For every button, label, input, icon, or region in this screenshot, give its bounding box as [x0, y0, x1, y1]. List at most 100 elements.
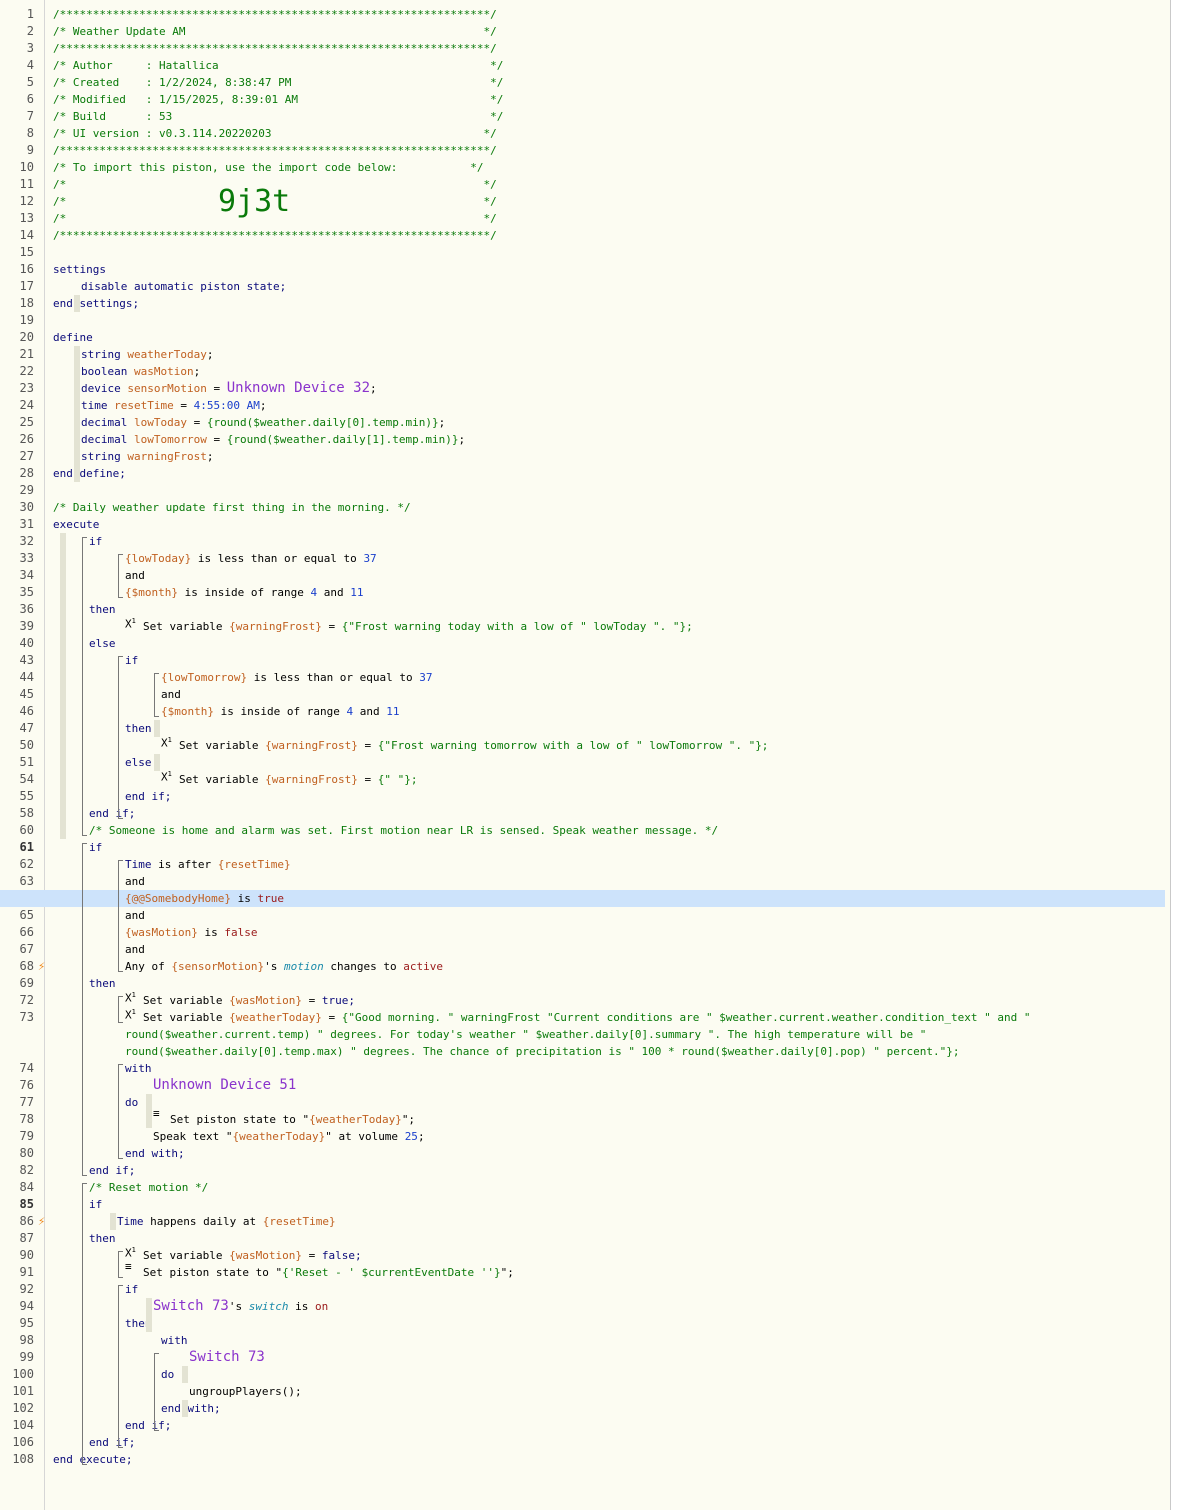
code-line[interactable]: Unknown Device 51: [153, 1077, 296, 1094]
indent-guide: [154, 754, 160, 771]
code-line[interactable]: /***************************************…: [53, 227, 497, 244]
code-line[interactable]: Switch 73's switch is on: [153, 1298, 328, 1315]
code-line[interactable]: {lowToday} is less than or equal to 37: [125, 550, 377, 567]
token: decimal: [81, 416, 128, 429]
code-line[interactable]: /* Reset motion */: [89, 1179, 208, 1196]
code-line[interactable]: Set variable {wasMotion} = false;: [143, 1247, 362, 1264]
line-number: 24: [19, 398, 34, 412]
code-line[interactable]: Set variable {wasMotion} = true;: [143, 992, 355, 1009]
code-line[interactable]: Switch 73: [189, 1349, 265, 1366]
code-line[interactable]: Time happens daily at {resetTime}: [117, 1213, 336, 1230]
code-line[interactable]: then: [89, 975, 116, 992]
code-line[interactable]: Time is after {resetTime}: [125, 856, 291, 873]
code-line[interactable]: /* Created : 1/2/2024, 8:38:47 PM */: [53, 74, 503, 91]
line-number: 91: [19, 1265, 34, 1279]
code-line[interactable]: Set variable {warningFrost} = {"Frost wa…: [179, 737, 768, 754]
code-line[interactable]: end define;: [53, 465, 126, 482]
line-number: 34: [19, 568, 34, 582]
token: =: [357, 773, 378, 786]
block-bracket: [118, 1064, 123, 1159]
block-bracket: [154, 673, 159, 717]
code-line[interactable]: /* UI version : v0.3.114.20220203 */: [53, 125, 497, 142]
code-line[interactable]: Set piston state to "{weatherToday}";: [170, 1111, 415, 1128]
else-keyword: else: [89, 637, 116, 650]
code-line[interactable]: if: [89, 1196, 102, 1213]
var-warningFrost: warningFrost: [127, 450, 207, 463]
code-line[interactable]: if: [125, 652, 138, 669]
code-line[interactable]: then: [89, 601, 116, 618]
reset-state-expression: {'Reset - ' $currentEventDate ''}: [282, 1266, 501, 1279]
code-line[interactable]: and: [125, 873, 145, 890]
code-line[interactable]: if: [89, 839, 102, 856]
code-line[interactable]: then: [125, 720, 152, 737]
code-line[interactable]: /* To import this piston, use the import…: [53, 159, 483, 176]
code-line[interactable]: end if;: [89, 1162, 135, 1179]
block-bracket: [118, 996, 123, 1023]
if-keyword: if: [89, 535, 103, 548]
code-line[interactable]: else: [89, 635, 116, 652]
code-line[interactable]: {$month} is inside of range 4 and 11: [125, 584, 363, 601]
code-line[interactable]: end settings;: [53, 295, 139, 312]
import-code[interactable]: 9j3t: [218, 185, 290, 219]
code-line[interactable]: end with;: [161, 1400, 221, 1417]
code-line[interactable]: end execute;: [53, 1451, 132, 1468]
code-line-continuation[interactable]: round($weather.current.temp) " degrees. …: [125, 1026, 926, 1043]
code-line[interactable]: decimal lowToday = {round($weather.daily…: [81, 414, 445, 431]
code-line[interactable]: decimal lowTomorrow = {round($weather.da…: [81, 431, 465, 448]
piston-title: /* Weather Update AM */: [53, 25, 497, 38]
code-line[interactable]: do: [161, 1366, 174, 1383]
code-line[interactable]: Set variable {weatherToday} = {"Good mor…: [143, 1009, 1030, 1026]
code-line[interactable]: /* Modified : 1/15/2025, 8:39:01 AM */: [53, 91, 503, 108]
code-line[interactable]: string weatherToday;: [81, 346, 213, 363]
code-line[interactable]: do: [125, 1094, 138, 1111]
code-line[interactable]: end if;: [125, 1417, 171, 1434]
code-line[interactable]: and: [125, 907, 145, 924]
code-line[interactable]: {lowTomorrow} is less than or equal to 3…: [161, 669, 433, 686]
code-line[interactable]: Any of {sensorMotion}'s motion changes t…: [125, 958, 443, 975]
code-line[interactable]: /* Weather Update AM */: [53, 23, 497, 40]
code-line[interactable]: device sensorMotion = Unknown Device 32;: [81, 380, 377, 397]
code-line[interactable]: if: [89, 533, 102, 550]
code-line[interactable]: /***************************************…: [53, 40, 497, 57]
code-line[interactable]: Set variable {warningFrost} = {"Frost wa…: [143, 618, 693, 635]
code-line[interactable]: Set piston state to "{'Reset - ' $curren…: [143, 1264, 514, 1281]
code-line[interactable]: disable automatic piston state;: [81, 278, 286, 295]
code-line[interactable]: ungroupPlayers();: [189, 1383, 302, 1400]
code-line[interactable]: {@@SomebodyHome} is true: [125, 890, 284, 907]
token: is inside of range: [220, 705, 340, 718]
code-line[interactable]: string warningFrost;: [81, 448, 213, 465]
code-line[interactable]: /* Someone is home and alarm was set. Fi…: [89, 822, 718, 839]
code-line[interactable]: Speak text "{weatherToday}" at volume 25…: [153, 1128, 425, 1145]
code-line[interactable]: /***************************************…: [53, 6, 497, 23]
code-line[interactable]: /***************************************…: [53, 142, 497, 159]
code-line[interactable]: /* Build : 53 */: [53, 108, 503, 125]
code-line[interactable]: end with;: [125, 1145, 185, 1162]
code-line[interactable]: /* Author : Hatallica */: [53, 57, 503, 74]
code-line[interactable]: boolean wasMotion;: [81, 363, 200, 380]
code-line[interactable]: if: [125, 1281, 138, 1298]
code-line[interactable]: end if;: [125, 788, 171, 805]
code-line[interactable]: with: [125, 1060, 152, 1077]
code-line[interactable]: with: [161, 1332, 188, 1349]
code-line[interactable]: define: [53, 329, 93, 346]
token: 11: [386, 705, 400, 718]
code-line[interactable]: and: [125, 941, 145, 958]
code-line[interactable]: {$month} is inside of range 4 and 11: [161, 703, 399, 720]
code-line[interactable]: and: [125, 567, 145, 584]
code-line[interactable]: and: [161, 686, 181, 703]
code-line[interactable]: else: [125, 754, 152, 771]
then-keyword: then: [89, 977, 116, 990]
set-variable-icon: X1: [161, 770, 172, 784]
code-line[interactable]: then: [89, 1230, 116, 1247]
line-number: 80: [19, 1146, 34, 1160]
code-line[interactable]: end if;: [89, 805, 135, 822]
code-line[interactable]: settings: [53, 261, 106, 278]
code-line[interactable]: time resetTime = 4:55:00 AM;: [81, 397, 266, 414]
code-line[interactable]: {wasMotion} is false: [125, 924, 257, 941]
code-line[interactable]: end if;: [89, 1434, 135, 1451]
code-line[interactable]: Set variable {warningFrost} = {" "};: [179, 771, 417, 788]
code-line[interactable]: execute: [53, 516, 99, 533]
line-number: 77: [19, 1095, 34, 1109]
code-line[interactable]: /* Daily weather update first thing in t…: [53, 499, 411, 516]
code-line-continuation[interactable]: round($weather.daily[0].temp.max) " degr…: [125, 1043, 959, 1060]
